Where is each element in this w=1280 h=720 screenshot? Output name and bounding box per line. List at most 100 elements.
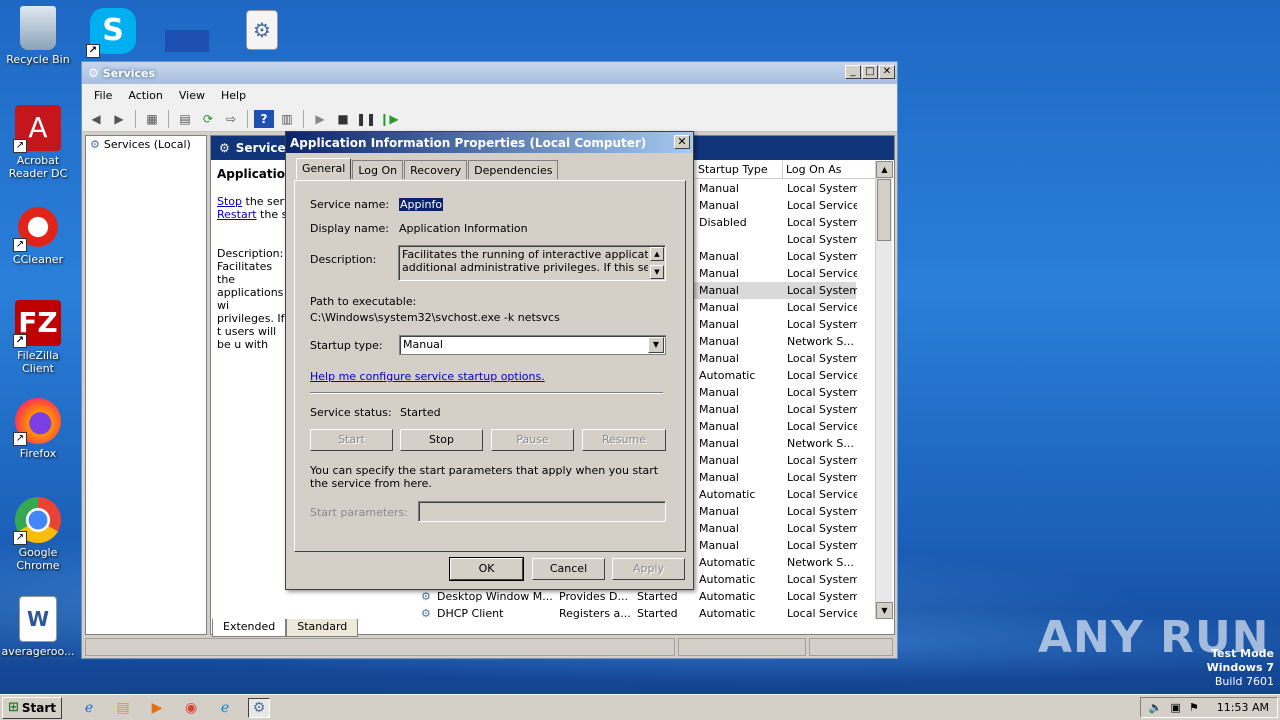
desktop-icon-ccleaner[interactable]: ↗ CCleaner — [0, 204, 76, 266]
dialog-titlebar[interactable]: Application Information Properties (Loca… — [286, 132, 693, 153]
cancel-button[interactable]: Cancel — [532, 558, 605, 580]
scroll-down-arrow-icon[interactable]: ▼ — [650, 265, 664, 279]
desktop-icon-word-doc[interactable]: W averageroo... — [0, 596, 76, 658]
show-hide-icon[interactable]: ▥ — [277, 110, 297, 128]
properties-icon[interactable]: ▤ — [175, 110, 195, 128]
service-logon-cell: Local Service — [787, 301, 857, 314]
start-button[interactable]: ⊞ Start — [2, 696, 63, 719]
menu-view[interactable]: View — [173, 87, 211, 104]
vertical-scrollbar[interactable]: ▲ ▼ — [875, 161, 893, 619]
menu-action[interactable]: Action — [122, 87, 168, 104]
description-text: Facilitates the applications wi privileg… — [217, 260, 285, 350]
desktop-icon-filezilla[interactable]: FZ ↗ FileZilla Client — [0, 300, 76, 375]
stop-service-link[interactable]: Stop — [217, 195, 242, 208]
filezilla-icon: FZ ↗ — [13, 300, 61, 348]
service-logon-cell: Local Service — [787, 199, 857, 212]
tab-extended[interactable]: Extended — [212, 619, 287, 637]
startup-type-select[interactable]: Manual ▼ — [399, 335, 666, 355]
edge-icon[interactable]: ℯ — [214, 698, 236, 718]
internet-explorer-icon[interactable]: ℯ — [78, 698, 100, 718]
export-list-icon[interactable]: ⇨ — [221, 110, 241, 128]
desktop-icon-acrobat[interactable]: A ↗ Acrobat Reader DC — [0, 105, 76, 180]
service-logon-cell: Network S... — [787, 335, 854, 348]
path-value[interactable]: C:\Windows\system32\svchost.exe -k netsv… — [310, 311, 560, 324]
scroll-thumb[interactable] — [877, 179, 891, 241]
help-icon[interactable]: ? — [254, 109, 274, 128]
description-label: Description: — [217, 247, 284, 260]
desktop-icon-skype[interactable]: S ↗ — [75, 8, 151, 58]
ok-button[interactable]: OK — [449, 557, 524, 581]
start-params-label: Start parameters: — [310, 506, 408, 519]
tab-log-on[interactable]: Log On — [352, 160, 404, 179]
start-button[interactable]: Start — [310, 429, 393, 451]
services-icon[interactable]: ⚙ — [248, 697, 271, 718]
properties-dialog[interactable]: Application Information Properties (Loca… — [285, 131, 694, 590]
maximize-button[interactable]: □ — [862, 65, 878, 79]
tab-dependencies[interactable]: Dependencies — [468, 160, 559, 179]
back-arrow-icon[interactable]: ◀ — [86, 110, 106, 128]
display-name-value[interactable]: Application Information — [399, 222, 528, 235]
media-player-icon[interactable]: ▶ — [146, 698, 168, 718]
network-icon[interactable]: ▣ — [1171, 701, 1181, 714]
pause-button[interactable]: Pause — [491, 429, 574, 451]
tab-standard[interactable]: Standard — [286, 619, 359, 637]
services-titlebar[interactable]: ⚙ Services _ □ ✕ — [82, 62, 897, 84]
scroll-up-arrow-icon[interactable]: ▲ — [876, 161, 893, 178]
desktop-icon-firefox[interactable]: ↗ Firefox — [0, 398, 76, 460]
help-configure-link[interactable]: Help me configure service startup option… — [310, 370, 545, 383]
console-tree-icon[interactable]: ▦ — [142, 110, 162, 128]
menu-help[interactable]: Help — [215, 87, 252, 104]
tab-general[interactable]: General — [296, 158, 352, 179]
restart-service-link[interactable]: Restart — [217, 208, 257, 221]
desktop-icon-chrome[interactable]: ↗ Google Chrome — [0, 497, 76, 572]
service-startup-cell: Automatic — [699, 590, 756, 603]
minimize-button[interactable]: _ — [845, 65, 861, 79]
desktop-icon-settings-file[interactable]: ⚙ — [224, 10, 300, 53]
close-button[interactable]: ✕ — [879, 65, 895, 79]
column-header-log-on-as[interactable]: Log On As — [783, 161, 878, 179]
chevron-down-icon[interactable]: ▼ — [648, 337, 664, 353]
forward-arrow-icon[interactable]: ▶ — [109, 110, 129, 128]
description-line: Facilitates the running of interactive a… — [402, 248, 648, 261]
services-gear-icon: ⚙ — [219, 141, 230, 155]
start-params-input[interactable] — [418, 501, 666, 522]
refresh-icon[interactable]: ⟳ — [198, 110, 218, 128]
volume-icon[interactable]: 🔈 — [1149, 701, 1163, 714]
status-segment — [809, 638, 893, 656]
taskbar: ⊞ Start ℯ ▤ ▶ ◉ ℯ ⚙ 🔈 ▣ ⚑ 11:53 AM — [0, 694, 1280, 720]
toolbar-separator — [303, 109, 304, 128]
stop-service-icon[interactable]: ■ — [333, 110, 353, 128]
menu-file[interactable]: File — [88, 87, 118, 104]
description-textbox[interactable]: Facilitates the running of interactive a… — [398, 245, 666, 281]
service-row[interactable]: ⚙ DHCP Client Registers a... Started Automat… — [411, 605, 857, 622]
service-logon-cell: Local Service — [787, 488, 857, 501]
clock[interactable]: 11:53 AM — [1217, 701, 1269, 714]
service-startup-cell: Manual — [699, 318, 739, 331]
dialog-close-button[interactable]: ✕ — [674, 135, 690, 149]
flag-icon[interactable]: ⚑ — [1189, 701, 1199, 714]
tree-node-services-local[interactable]: ⚙ Services (Local) — [86, 136, 206, 153]
service-row[interactable]: ⚙ Desktop Window M... Provides D... Started… — [411, 588, 857, 605]
chrome-icon[interactable]: ◉ — [180, 698, 202, 718]
service-description-cell: Registers a... — [559, 607, 631, 620]
tab-recovery[interactable]: Recovery — [404, 160, 468, 179]
pause-service-icon[interactable]: ❚❚ — [356, 110, 376, 128]
resume-button[interactable]: Resume — [582, 429, 666, 451]
service-logon-cell: Local System — [787, 590, 857, 603]
stop-button[interactable]: Stop — [400, 429, 483, 451]
service-status-cell: Started — [637, 607, 678, 620]
column-header-startup-type[interactable]: Startup Type — [695, 161, 783, 179]
desktop-icon-recycle-bin[interactable]: Recycle Bin — [0, 6, 76, 66]
recycle-bin-icon — [20, 6, 56, 50]
desktop-icon-blank[interactable] — [165, 30, 209, 52]
services-gear-icon: ⚙ — [88, 66, 99, 80]
service-name-value[interactable]: Appinfo — [399, 198, 444, 211]
start-service-icon[interactable]: ▶ — [310, 110, 330, 128]
scroll-up-arrow-icon[interactable]: ▲ — [650, 247, 664, 261]
file-explorer-icon[interactable]: ▤ — [112, 698, 134, 718]
system-tray: 🔈 ▣ ⚑ 11:53 AM — [1139, 697, 1278, 718]
apply-button[interactable]: Apply — [612, 558, 685, 580]
service-startup-cell: Automatic — [699, 369, 756, 382]
restart-service-icon[interactable]: ❙▶ — [379, 110, 399, 128]
scroll-down-arrow-icon[interactable]: ▼ — [876, 602, 893, 619]
